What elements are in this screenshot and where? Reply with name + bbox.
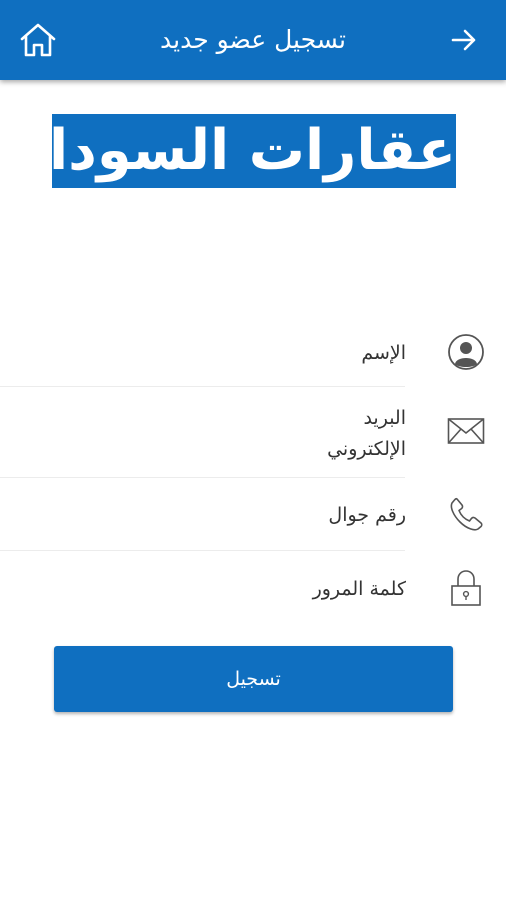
- user-icon: [448, 334, 484, 370]
- page-title: تسجيل عضو جديد: [160, 25, 346, 54]
- password-input[interactable]: [106, 574, 406, 604]
- name-row: [0, 320, 506, 386]
- phone-row: [0, 478, 506, 550]
- name-icon-wrap: [446, 332, 486, 372]
- app-bar: تسجيل عضو جديد: [0, 0, 506, 80]
- register-button[interactable]: تسجيل: [54, 646, 453, 712]
- envelope-icon: [447, 418, 485, 444]
- name-input[interactable]: [106, 338, 406, 368]
- back-button[interactable]: [444, 20, 484, 60]
- brand-logo: عقارات السودان: [52, 114, 456, 188]
- lock-icon: [451, 570, 481, 606]
- password-icon-wrap: [446, 568, 486, 608]
- arrow-right-icon: [451, 29, 476, 51]
- home-icon: [20, 23, 56, 57]
- phone-input[interactable]: [106, 500, 406, 530]
- email-row: [0, 387, 506, 477]
- phone-icon: [450, 498, 483, 531]
- password-row: [0, 552, 506, 624]
- email-input[interactable]: [106, 403, 406, 465]
- email-icon-wrap: [446, 411, 486, 451]
- home-button[interactable]: [18, 20, 58, 60]
- phone-icon-wrap: [446, 494, 486, 534]
- divider: [0, 550, 405, 551]
